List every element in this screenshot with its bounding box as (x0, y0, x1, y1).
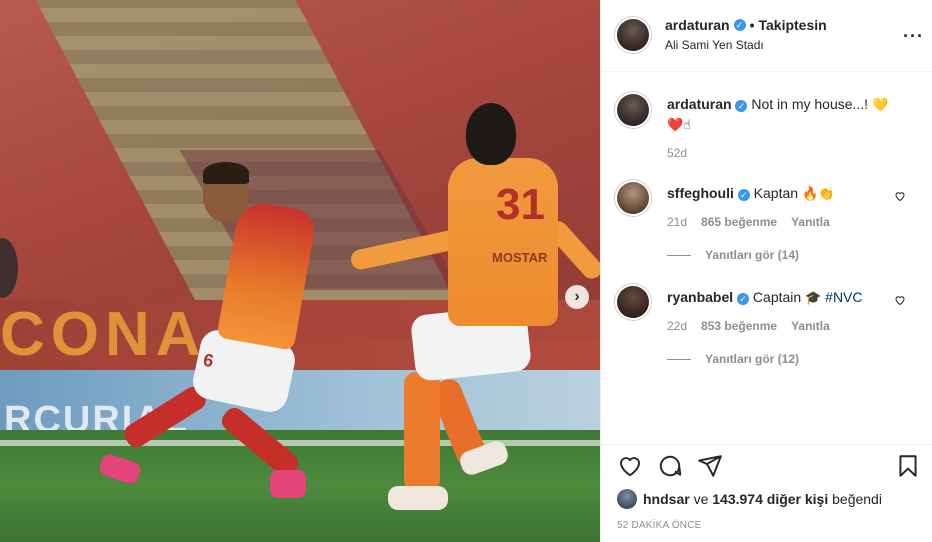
caption-body: Not in my house...! (751, 96, 869, 112)
username-link[interactable]: ardaturan (665, 17, 730, 33)
username-link[interactable]: sffeghouli (667, 185, 734, 201)
post-age: 52d (667, 146, 688, 160)
player2-leg (404, 372, 440, 492)
more-horizontal-icon[interactable]: ··· (903, 26, 924, 47)
comment-body: Kaptan (753, 185, 799, 201)
player1-hair (203, 162, 249, 184)
view-replies-button[interactable]: Yanıtları gör (12) (667, 352, 799, 366)
hashtag-link[interactable]: #NVC (825, 289, 862, 305)
username-link[interactable]: ardaturan (667, 96, 732, 112)
separator: • (749, 17, 755, 33)
follow-status-button[interactable]: Takiptesin (758, 17, 826, 33)
likes-suffix: beğendi (832, 491, 882, 507)
location-link[interactable]: Ali Sami Yen Stadı (665, 38, 764, 52)
comment-likes[interactable]: 865 beğenme (701, 215, 777, 229)
comment-meta: 21d 865 beğenme Yanıtla (667, 215, 830, 229)
post-photo[interactable]: CONA RCURIAL 6 31 MOSTAR › (0, 0, 600, 542)
avatar[interactable] (617, 19, 649, 51)
shirt-number: 31 (496, 180, 545, 229)
verified-badge-icon: ✓ (733, 19, 746, 31)
likes-connector: ve (693, 491, 709, 507)
comment-text: sffeghouli ✓ Kaptan 🔥👏 (667, 184, 834, 204)
fire-clap-emoji: 🔥👏 (801, 187, 835, 202)
avatar[interactable] (617, 286, 649, 318)
post-header: ardaturan ✓ • Takiptesin Ali Sami Yen St… (601, 0, 932, 72)
reply-button[interactable]: Yanıtla (791, 319, 830, 333)
bookmark-icon[interactable] (895, 453, 921, 479)
avatar[interactable] (617, 182, 649, 214)
player2-boot (388, 486, 448, 510)
avatar (617, 489, 637, 509)
verified-badge-icon: ✓ (735, 100, 748, 112)
header-user: ardaturan ✓ • Takiptesin (665, 17, 827, 33)
avatar[interactable] (617, 94, 649, 126)
emoji-line: ❤️☝ (667, 118, 692, 133)
divider (667, 358, 691, 360)
likes-count[interactable]: 143.974 diğer kişi (712, 491, 828, 507)
verified-badge-icon: ✓ (737, 293, 750, 305)
view-replies-button[interactable]: Yanıtları gör (14) (667, 248, 799, 262)
likes-summary[interactable]: hndsar ve 143.974 diğer kişi beğendi (617, 489, 882, 509)
comment-icon[interactable] (657, 453, 683, 479)
heart-icon[interactable] (894, 190, 908, 204)
shirt-name: MOSTAR (492, 250, 548, 265)
comment-meta: 22d 853 beğenme Yanıtla (667, 319, 830, 333)
view-replies-label: Yanıtları gör (12) (705, 352, 800, 366)
divider (667, 254, 691, 256)
post-timestamp[interactable]: 52 DAKİKA ÖNCE (617, 520, 702, 531)
shorts-number: 6 (201, 349, 216, 372)
username-link[interactable]: ryanbabel (667, 289, 733, 305)
player1-boot (270, 470, 306, 498)
heart-emoji: 💛 (871, 98, 889, 113)
verified-badge-icon: ✓ (737, 189, 750, 201)
player2-head (466, 103, 516, 165)
reply-button[interactable]: Yanıtla (791, 215, 830, 229)
comment-age: 22d (667, 319, 688, 333)
grad-cap-emoji: 🎓 (805, 291, 822, 306)
post-actions: hndsar ve 143.974 diğer kişi beğendi 52 … (601, 444, 932, 542)
view-replies-label: Yanıtları gör (14) (705, 248, 800, 262)
comment-age: 21d (667, 215, 688, 229)
caption-meta: 52d (667, 146, 687, 160)
comment-text: ryanbabel ✓ Captain 🎓 #NVC (667, 288, 863, 308)
pitch-line (0, 440, 600, 446)
post-side-panel: ardaturan ✓ • Takiptesin Ali Sami Yen St… (600, 0, 932, 542)
caption-text: ardaturan ✓ Not in my house...! 💛 ❤️☝ (667, 95, 917, 135)
chevron-right-icon[interactable]: › (565, 285, 589, 309)
comment-body: Captain (752, 289, 802, 305)
heart-icon[interactable] (894, 294, 908, 308)
heart-icon[interactable] (617, 453, 643, 479)
comment-likes[interactable]: 853 beğenme (701, 319, 777, 333)
liker-username[interactable]: hndsar (643, 491, 690, 507)
send-icon[interactable] (697, 453, 723, 479)
